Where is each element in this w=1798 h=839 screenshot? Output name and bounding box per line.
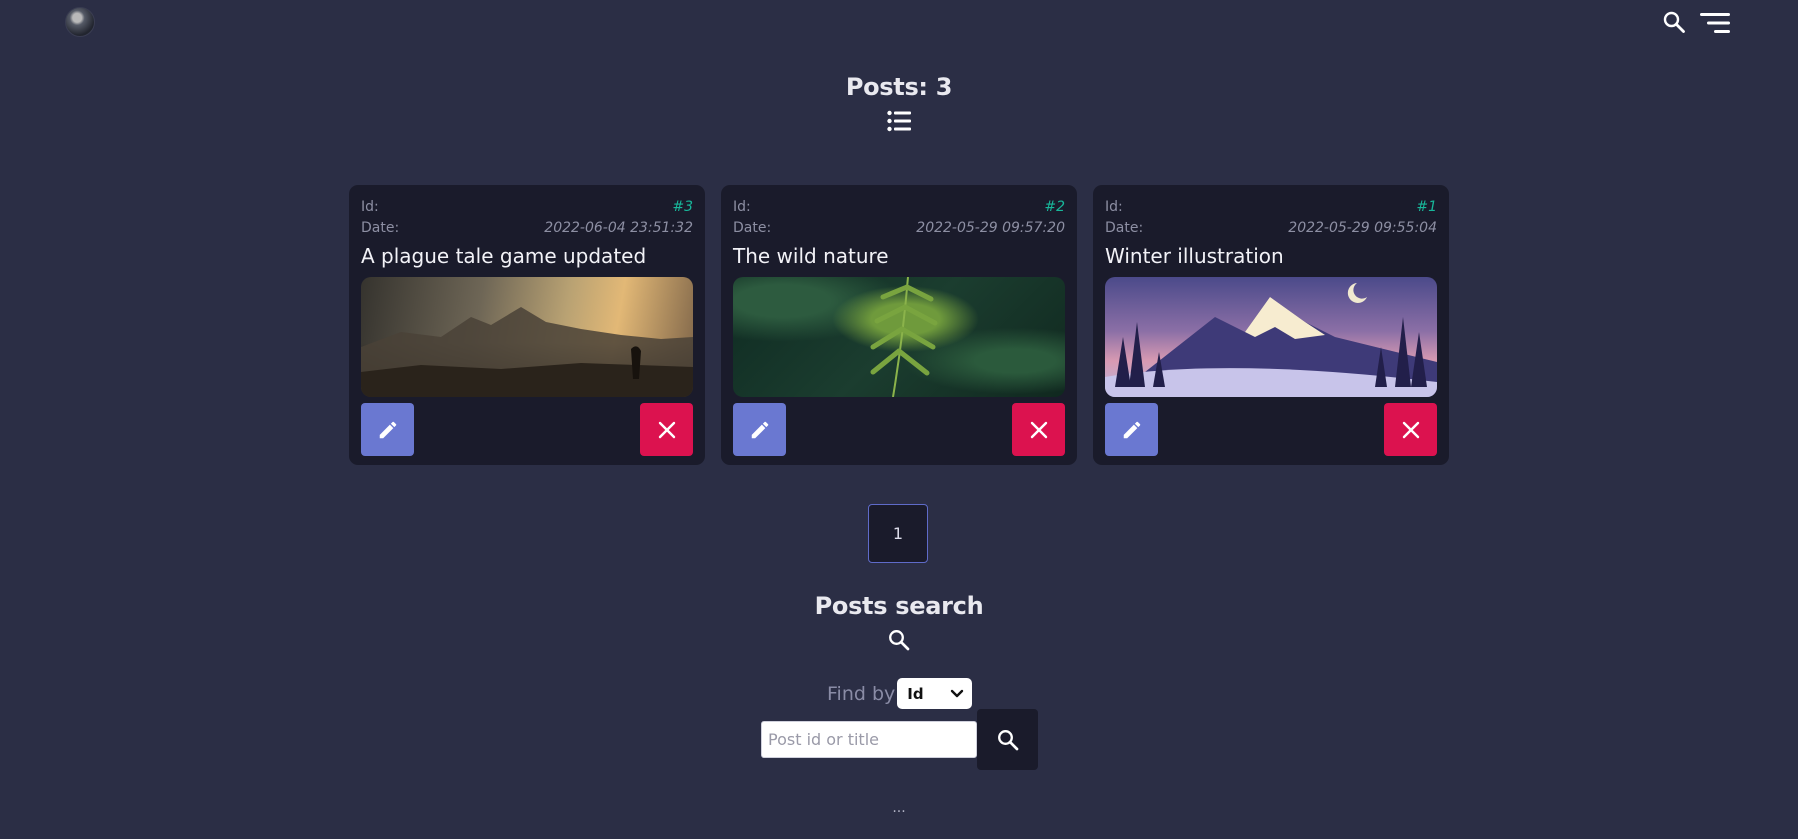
post-id-label: Id:: [361, 199, 379, 215]
post-card: Id: #1 Date: 2022-05-29 09:55:04 Winter …: [1093, 185, 1449, 465]
post-id-value: #1: [1416, 199, 1437, 215]
post-card: Id: #3 Date: 2022-06-04 23:51:32 A plagu…: [349, 185, 705, 465]
post-date-label: Date:: [1105, 220, 1144, 236]
post-date-label: Date:: [733, 220, 772, 236]
post-actions: [733, 403, 1065, 456]
find-by-select[interactable]: Id: [897, 678, 973, 709]
post-id-row: Id: #1: [1105, 197, 1437, 218]
post-image-winter[interactable]: [1105, 277, 1437, 397]
search-icon: [997, 729, 1018, 750]
close-icon: [658, 421, 675, 438]
post-actions: [1105, 403, 1437, 456]
find-by-selected-value: Id: [907, 684, 924, 703]
close-icon: [1402, 421, 1419, 438]
post-date-label: Date:: [361, 220, 400, 236]
menu-icon[interactable]: [1700, 12, 1730, 34]
post-card: Id: #2 Date: 2022-05-29 09:57:20 The wil…: [721, 185, 1077, 465]
pencil-icon: [1123, 421, 1140, 438]
pencil-icon: [379, 421, 396, 438]
posts-count-title: Posts: 3: [845, 73, 953, 101]
post-date-row: Date: 2022-05-29 09:55:04: [1105, 218, 1437, 239]
delete-post-button[interactable]: [1384, 403, 1437, 456]
edit-post-button[interactable]: [361, 403, 414, 456]
post-id-row: Id: #2: [733, 197, 1065, 218]
post-date-row: Date: 2022-06-04 23:51:32: [361, 218, 693, 239]
pencil-icon: [751, 421, 768, 438]
pagination-page-button[interactable]: 1: [868, 504, 928, 563]
post-id-label: Id:: [1105, 199, 1123, 215]
post-actions: [361, 403, 693, 456]
post-title[interactable]: A plague tale game updated: [361, 242, 693, 272]
avatar[interactable]: [65, 7, 95, 37]
edit-post-button[interactable]: [733, 403, 786, 456]
post-date-value: 2022-06-04 23:51:32: [544, 220, 693, 236]
post-title[interactable]: Winter illustration: [1105, 242, 1437, 272]
post-image-fern[interactable]: [733, 277, 1065, 397]
post-date-value: 2022-05-29 09:57:20: [916, 220, 1065, 236]
search-icon[interactable]: [1662, 10, 1686, 34]
post-id-value: #3: [672, 199, 693, 215]
search-submit-button[interactable]: [977, 709, 1038, 770]
delete-post-button[interactable]: [1012, 403, 1065, 456]
search-icon: [889, 630, 910, 651]
post-title[interactable]: The wild nature: [733, 242, 1065, 272]
post-id-label: Id:: [733, 199, 751, 215]
search-input[interactable]: [761, 721, 977, 758]
post-id-value: #2: [1044, 199, 1065, 215]
top-bar: [0, 0, 1798, 46]
close-icon: [1030, 421, 1047, 438]
post-date-row: Date: 2022-05-29 09:57:20: [733, 218, 1065, 239]
list-icon[interactable]: [887, 110, 911, 132]
edit-post-button[interactable]: [1105, 403, 1158, 456]
search-section-title: Posts search: [814, 592, 984, 620]
footer-text: ...: [892, 800, 906, 816]
post-image-plague-tale[interactable]: [361, 277, 693, 397]
chevron-down-icon: [951, 689, 964, 697]
delete-post-button[interactable]: [640, 403, 693, 456]
find-by-label: Find by: [827, 682, 896, 705]
post-id-row: Id: #3: [361, 197, 693, 218]
post-date-value: 2022-05-29 09:55:04: [1288, 220, 1437, 236]
find-by-row: Find by Id: [827, 678, 973, 709]
